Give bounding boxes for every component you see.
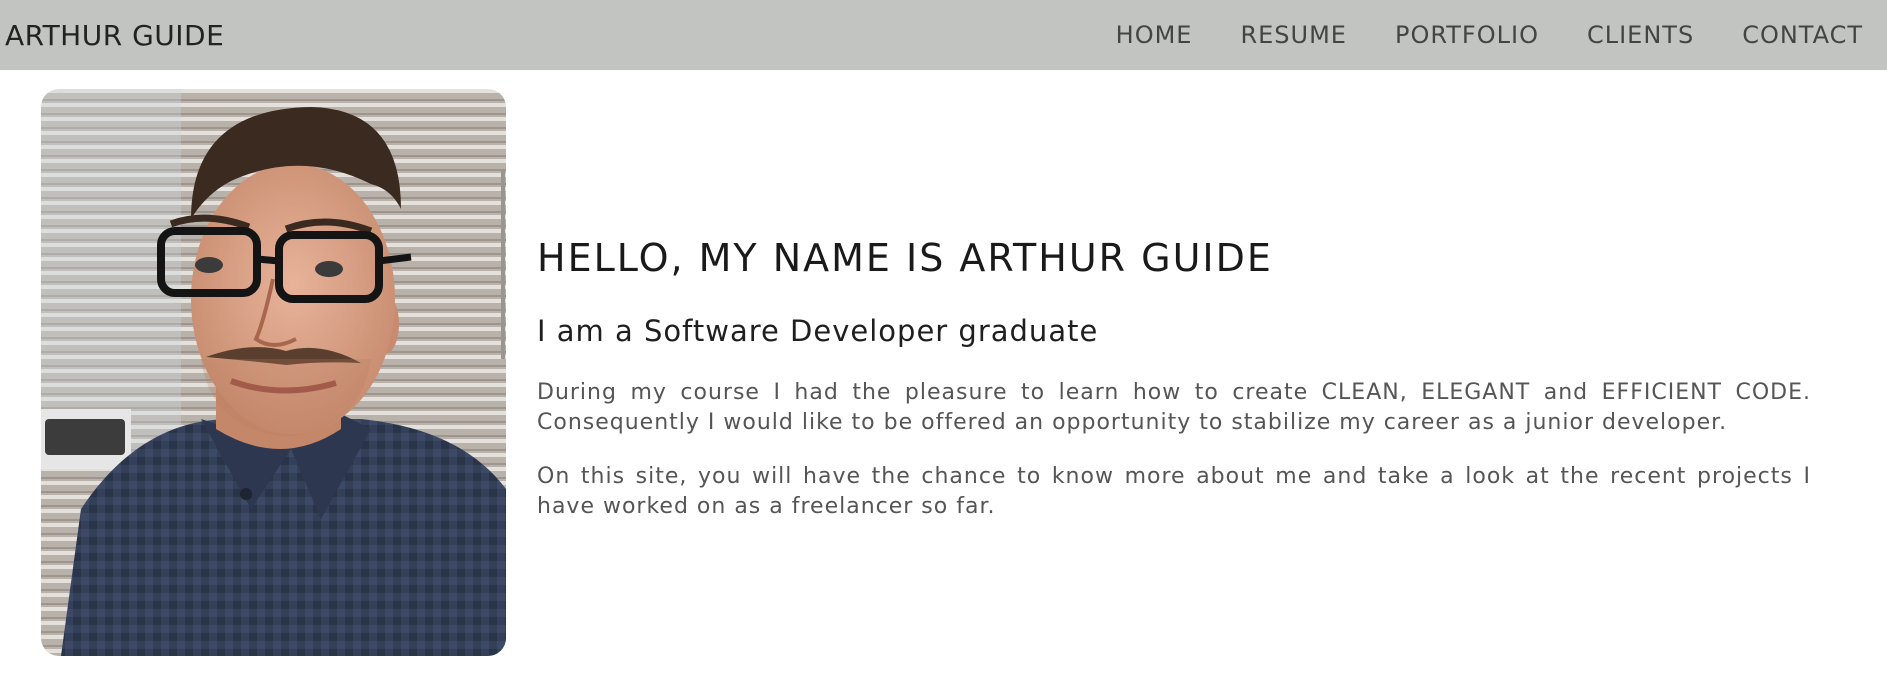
- nav-links: HOME RESUME PORTFOLIO CLIENTS CONTACT: [1116, 21, 1863, 49]
- nav-link-resume[interactable]: RESUME: [1240, 21, 1347, 49]
- intro-paragraph: On this site, you will have the chance t…: [537, 464, 1811, 519]
- profile-photo-illustration: [41, 89, 506, 656]
- nav-link-contact[interactable]: CONTACT: [1742, 21, 1863, 49]
- nav-link-home[interactable]: HOME: [1116, 21, 1193, 49]
- navbar: ARTHUR GUIDE HOME RESUME PORTFOLIO CLIEN…: [0, 0, 1887, 70]
- intro-heading: HELLO, MY NAME IS ARTHUR GUIDE: [537, 236, 1273, 280]
- intro-section: HELLO, MY NAME IS ARTHUR GUIDE I am a So…: [537, 236, 1811, 522]
- profile-photo: [41, 89, 506, 656]
- brand-logo-link[interactable]: ARTHUR GUIDE: [5, 19, 224, 52]
- nav-link-clients[interactable]: CLIENTS: [1587, 21, 1694, 49]
- intro-subheading: I am a Software Developer graduate: [537, 314, 1099, 348]
- intro-paragraph: During my course I had the pleasure to l…: [537, 380, 1811, 435]
- nav-link-portfolio[interactable]: PORTFOLIO: [1395, 21, 1539, 49]
